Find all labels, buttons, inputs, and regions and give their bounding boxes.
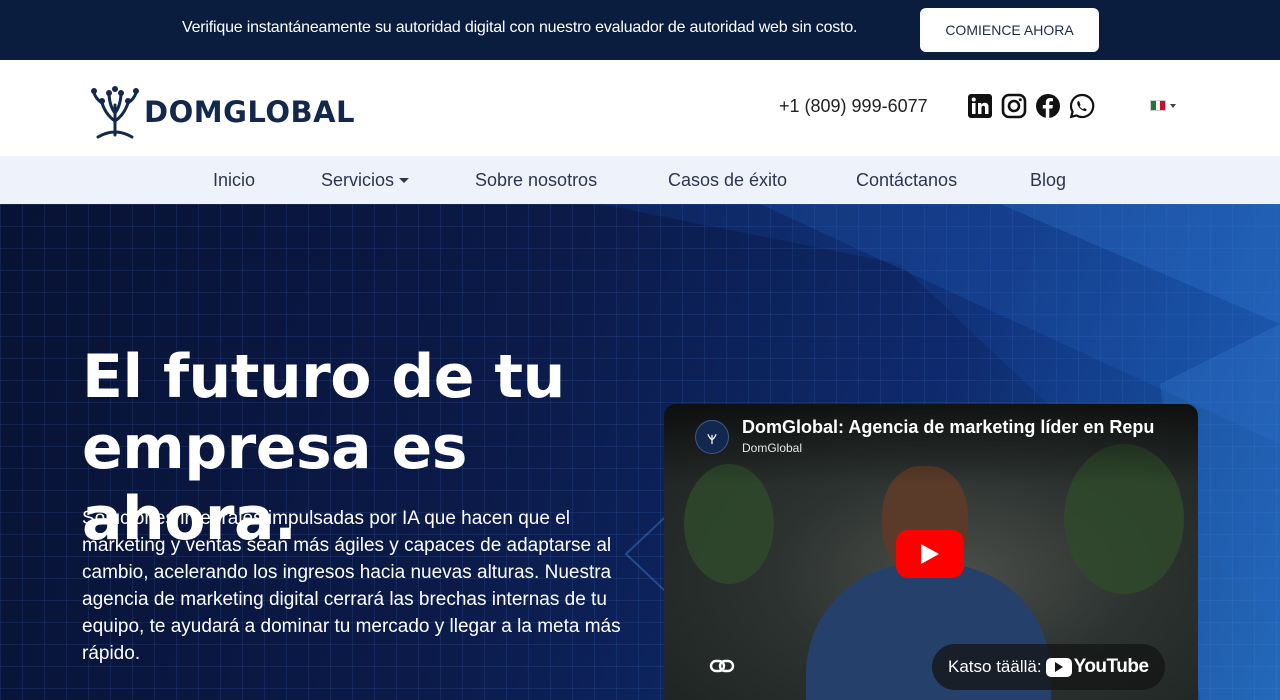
- nav-item-servicios[interactable]: Servicios: [321, 170, 410, 191]
- nav-item-casos-de-exito[interactable]: Casos de éxito: [668, 170, 787, 191]
- nav-label: Sobre nosotros: [475, 170, 598, 190]
- youtube-logo: YouTube: [1045, 656, 1149, 678]
- chevron-down-icon: [1170, 103, 1176, 108]
- hero-section: El futuro de tu empresa es ahora. Soluci…: [0, 204, 1280, 700]
- start-now-button[interactable]: COMIENCE AHORA: [920, 8, 1099, 52]
- logo-text: DOMGLOBAL: [144, 95, 356, 129]
- video-channel-name[interactable]: DomGlobal: [742, 441, 802, 455]
- linkedin-icon[interactable]: [967, 93, 993, 119]
- whatsapp-icon[interactable]: [1069, 93, 1095, 119]
- nav-label: Contáctanos: [856, 170, 958, 190]
- nav-label: Blog: [1030, 170, 1067, 190]
- channel-avatar[interactable]: [695, 420, 729, 454]
- logo[interactable]: DOMGLOBAL: [88, 82, 355, 142]
- nav-label: Inicio: [213, 170, 256, 190]
- promo-text: Verifique instantáneamente su autoridad …: [182, 19, 858, 36]
- play-button[interactable]: [896, 530, 964, 578]
- mexico-flag-icon: [1150, 100, 1166, 111]
- link-icon[interactable]: [708, 656, 736, 676]
- promo-bar: Verifique instantáneamente su autoridad …: [0, 0, 1280, 60]
- language-selector[interactable]: [1150, 100, 1176, 111]
- nav-item-blog[interactable]: Blog: [1030, 170, 1066, 191]
- nav-label: Casos de éxito: [668, 170, 788, 190]
- tree-logo-icon: [91, 86, 139, 139]
- hero-description: Soluciones integrales impulsadas por IA …: [82, 508, 621, 664]
- watch-on-youtube-button[interactable]: Katso täällä: YouTube: [932, 644, 1165, 690]
- facebook-icon[interactable]: [1035, 93, 1061, 119]
- chevron-down-icon: [399, 178, 410, 183]
- watch-label: Katso täällä:: [948, 657, 1042, 676]
- phone-number[interactable]: +1 (809) 999-6077: [779, 96, 928, 117]
- youtube-wordmark: YouTube: [1073, 656, 1149, 677]
- nav-item-sobre-nosotros[interactable]: Sobre nosotros: [475, 170, 597, 191]
- nav-item-inicio[interactable]: Inicio: [213, 170, 255, 191]
- video-player[interactable]: DomGlobal: Agencia de marketing líder en…: [664, 404, 1198, 700]
- main-nav: Inicio Servicios Sobre nosotros Casos de…: [0, 156, 1280, 204]
- nav-label: Servicios: [321, 170, 395, 190]
- video-title[interactable]: DomGlobal: Agencia de marketing líder en…: [742, 417, 1162, 438]
- instagram-icon[interactable]: [1001, 93, 1027, 119]
- youtube-play-icon: [1045, 657, 1072, 677]
- tree-logo-icon: [707, 433, 717, 445]
- site-header: DOMGLOBAL +1 (809) 999-6077: [0, 60, 1280, 156]
- nav-item-contactanos[interactable]: Contáctanos: [856, 170, 957, 191]
- play-icon: [921, 544, 939, 564]
